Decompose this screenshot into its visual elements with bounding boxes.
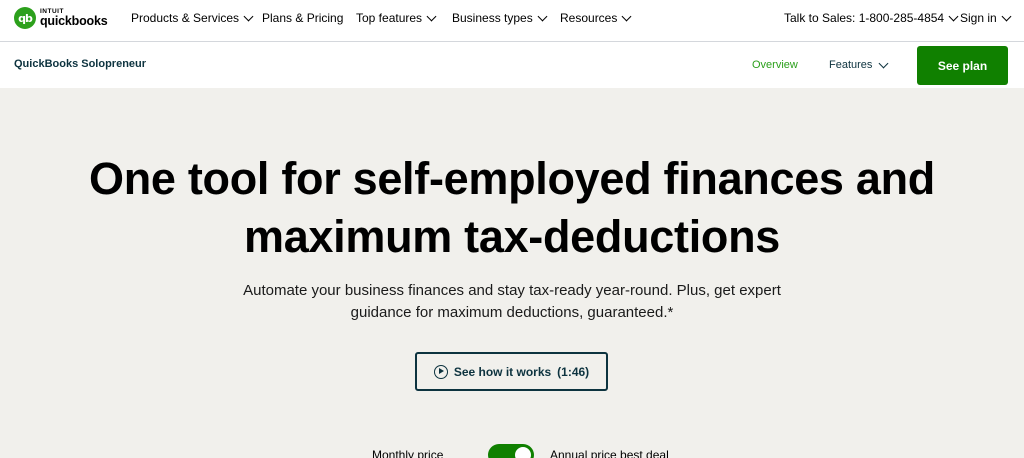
video-duration: (1:46): [557, 364, 590, 379]
nav-resources-label: Resources: [560, 11, 618, 25]
nav-plans-pricing-label: Plans & Pricing: [262, 11, 344, 25]
nav-plans-pricing[interactable]: Plans & Pricing: [262, 11, 343, 25]
hero-headline-line-2: maximum tax-deductions: [243, 211, 780, 262]
product-title[interactable]: QuickBooks Solopreneur: [14, 58, 146, 70]
nav-top-features[interactable]: Top features: [356, 11, 437, 25]
top-navigation: qb INTUIT quickbooks Products & Services…: [0, 0, 1024, 42]
tab-overview[interactable]: Overview: [752, 59, 798, 71]
nav-business-types[interactable]: Business types: [452, 11, 548, 25]
tab-features-label: Features: [829, 59, 873, 71]
talk-to-sales-link[interactable]: Talk to Sales: 1-800-285-4854: [784, 11, 959, 25]
hero-subtext-line-2: guidance for maximum deductions, guarant…: [350, 304, 674, 321]
nav-top-features-label: Top features: [356, 11, 423, 25]
annual-price-label: Annual price best deal: [550, 448, 669, 458]
chevron-down-icon: [537, 11, 548, 22]
sign-in-link[interactable]: Sign in: [960, 11, 1012, 25]
monthly-price-label: Monthly price: [372, 448, 444, 458]
see-how-it-works-button[interactable]: See how it works (1:46): [415, 352, 608, 391]
play-circle-icon: [433, 364, 448, 379]
nav-business-types-label: Business types: [452, 11, 533, 25]
nav-products-services[interactable]: Products & Services: [131, 11, 254, 25]
logo-quickbooks-text: quickbooks: [40, 14, 108, 28]
hero-section: One tool for self-employed finances and …: [0, 88, 1024, 458]
toggle-knob: [515, 447, 531, 458]
logo-wordmark: INTUIT quickbooks: [40, 8, 108, 28]
talk-to-sales-label: Talk to Sales: 1-800-285-4854: [784, 11, 945, 25]
see-plan-button[interactable]: See plan: [917, 46, 1008, 85]
pricing-toggle-switch[interactable]: [488, 444, 534, 458]
hero-subtext: Automate your business finances and stay…: [212, 280, 812, 324]
product-subnav: QuickBooks Solopreneur Overview Features…: [0, 42, 1024, 88]
pricing-toggle-row: Monthly price Annual price best deal: [0, 444, 1024, 458]
chevron-down-icon: [878, 58, 889, 69]
sign-in-label: Sign in: [960, 11, 997, 25]
hero-headline: One tool for self-employed finances and …: [0, 150, 1024, 266]
hero-headline-line-1: One tool for self-employed finances and: [89, 153, 935, 204]
chevron-down-icon: [426, 11, 437, 22]
video-label: See how it works: [453, 364, 552, 379]
qb-logo-icon: qb: [14, 7, 36, 29]
hero-subtext-line-1: Automate your business finances and stay…: [243, 282, 781, 299]
chevron-down-icon: [948, 11, 959, 22]
nav-resources[interactable]: Resources: [560, 11, 632, 25]
nav-products-services-label: Products & Services: [131, 11, 240, 25]
chevron-down-icon: [621, 11, 632, 22]
quickbooks-logo[interactable]: qb INTUIT quickbooks: [14, 7, 108, 29]
tab-features[interactable]: Features: [829, 58, 889, 71]
chevron-down-icon: [243, 11, 254, 22]
chevron-down-icon: [1001, 11, 1012, 22]
